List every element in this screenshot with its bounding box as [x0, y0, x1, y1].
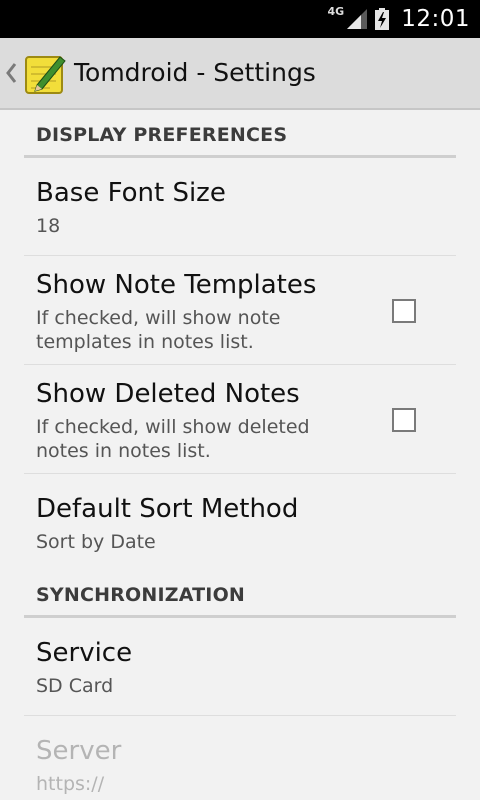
- pref-summary: If checked, will show deleted notes in n…: [36, 416, 310, 462]
- clock: 12:01: [401, 6, 470, 32]
- pref-title: Server: [36, 736, 122, 766]
- pref-summary: SD Card: [36, 675, 114, 697]
- pref-show-deleted-notes[interactable]: Show Deleted Notes If checked, will show…: [24, 365, 456, 474]
- category-label: DISPLAY PREFERENCES: [36, 124, 288, 146]
- preference-list[interactable]: DISPLAY PREFERENCES Base Font Size 18 Sh…: [0, 112, 480, 800]
- category-label: SYNCHRONIZATION: [36, 584, 246, 606]
- pref-title: Show Note Templates: [36, 270, 317, 300]
- status-icons: 4G 12:01: [328, 0, 470, 38]
- pref-server: Server https://: [24, 716, 456, 800]
- pref-show-note-templates[interactable]: Show Note Templates If checked, will sho…: [24, 256, 456, 365]
- pref-service[interactable]: Service SD Card: [24, 618, 456, 716]
- pref-base-font-size[interactable]: Base Font Size 18: [24, 158, 456, 256]
- pref-default-sort-method[interactable]: Default Sort Method Sort by Date: [24, 474, 456, 572]
- pref-title: Service: [36, 638, 133, 668]
- signal-strength-icon: [347, 9, 368, 29]
- pref-summary: Sort by Date: [36, 531, 156, 553]
- battery-charging-icon: [375, 8, 390, 30]
- pref-summary: If checked, will show note templates in …: [36, 307, 281, 353]
- pref-title: Default Sort Method: [36, 494, 299, 524]
- pref-title: Show Deleted Notes: [36, 379, 300, 409]
- action-bar: Tomdroid - Settings: [0, 38, 480, 110]
- pref-title: Base Font Size: [36, 178, 226, 208]
- category-display-preferences: DISPLAY PREFERENCES: [24, 112, 456, 158]
- up-navigation-icon[interactable]: [4, 60, 18, 86]
- pref-summary: 18: [36, 215, 61, 237]
- show-deleted-notes-checkbox[interactable]: [392, 408, 416, 432]
- show-note-templates-checkbox[interactable]: [392, 299, 416, 323]
- network-type-label: 4G: [327, 4, 345, 18]
- category-synchronization: SYNCHRONIZATION: [24, 572, 456, 618]
- pref-summary: https://: [36, 773, 105, 795]
- tomdroid-app-icon[interactable]: [24, 53, 66, 95]
- status-bar: 4G 12:01: [0, 0, 480, 38]
- page-title: Tomdroid - Settings: [74, 58, 316, 87]
